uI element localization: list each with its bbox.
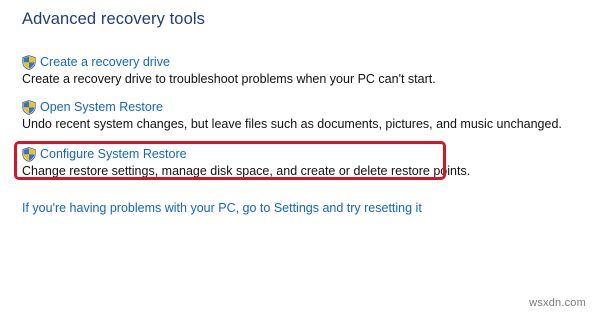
- tool-link-row[interactable]: Create a recovery drive: [22, 55, 436, 70]
- uac-shield-icon: [22, 100, 36, 115]
- tool-link-row[interactable]: Open System Restore: [22, 100, 562, 115]
- create-recovery-drive-link[interactable]: Create a recovery drive: [40, 55, 170, 70]
- create-recovery-drive-description: Create a recovery drive to troubleshoot …: [22, 72, 436, 86]
- open-system-restore-link[interactable]: Open System Restore: [40, 100, 163, 115]
- watermark: wsxdn.com: [529, 297, 586, 309]
- open-system-restore-description: Undo recent system changes, but leave fi…: [22, 117, 562, 131]
- tool-create-recovery-drive: Create a recovery drive Create a recover…: [22, 55, 436, 87]
- highlight-annotation-box: [14, 141, 446, 180]
- tool-open-system-restore: Open System Restore Undo recent system c…: [22, 100, 562, 132]
- recovery-tools-panel: Advanced recovery tools Create a recover…: [0, 0, 594, 313]
- uac-shield-icon: [22, 55, 36, 70]
- section-title: Advanced recovery tools: [22, 10, 205, 28]
- reset-pc-settings-link[interactable]: If you're having problems with your PC, …: [22, 200, 422, 216]
